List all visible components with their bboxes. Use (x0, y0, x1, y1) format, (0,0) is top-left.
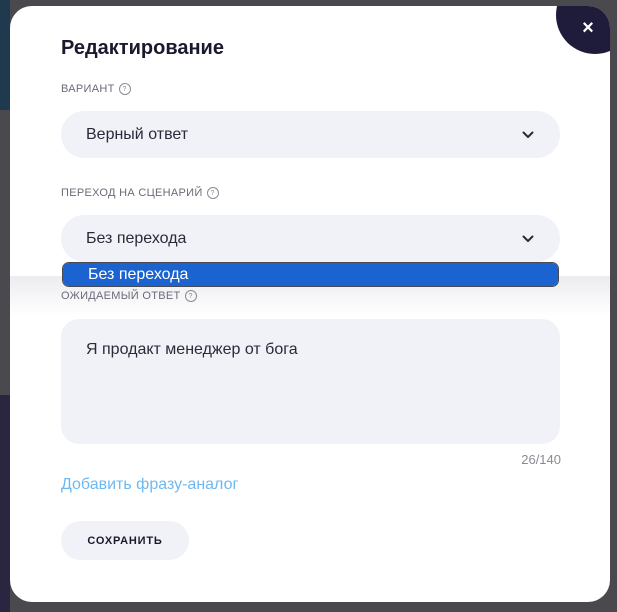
scenario-select[interactable]: Без перехода (61, 215, 560, 262)
character-counter: 26/140 (521, 452, 561, 467)
edit-dialog: × Редактирование ВАРИАНТ ? Верный ответ … (10, 6, 610, 602)
dropdown-option-no-transition[interactable]: Без перехода (63, 263, 558, 286)
add-phrase-analog-link[interactable]: Добавить фразу-аналог (61, 476, 238, 494)
scenario-dropdown-list: Без перехода (62, 262, 559, 287)
expected-answer-label: ОЖИДАЕМЫЙ ОТВЕТ ? (61, 290, 197, 302)
expected-answer-text: Я продакт менеджер от бога (86, 341, 298, 358)
scenario-select-value: Без перехода (86, 229, 187, 247)
dialog-title: Редактирование (61, 37, 224, 59)
backdrop-panel (0, 395, 10, 612)
expected-answer-label-text: ОЖИДАЕМЫЙ ОТВЕТ (61, 290, 181, 302)
variant-select-value: Верный ответ (86, 125, 189, 143)
help-circle-icon[interactable]: ? (118, 83, 131, 95)
variant-select[interactable]: Верный ответ (61, 111, 560, 158)
save-button[interactable]: СОХРАНИТЬ (61, 521, 189, 560)
chevron-down-icon (521, 232, 535, 246)
scenario-label-text: ПЕРЕХОД НА СЦЕНАРИЙ (61, 187, 203, 199)
backdrop-panel (0, 0, 10, 110)
close-icon[interactable]: × (582, 17, 594, 40)
help-circle-icon[interactable]: ? (184, 290, 197, 302)
chevron-down-icon (521, 128, 535, 142)
close-button[interactable]: × (566, 6, 610, 50)
variant-label-text: ВАРИАНТ (61, 83, 115, 95)
expected-answer-textarea[interactable]: Я продакт менеджер от бога (61, 319, 560, 444)
help-circle-icon[interactable]: ? (206, 187, 219, 199)
variant-label: ВАРИАНТ ? (61, 83, 131, 95)
scenario-label: ПЕРЕХОД НА СЦЕНАРИЙ ? (61, 187, 219, 199)
